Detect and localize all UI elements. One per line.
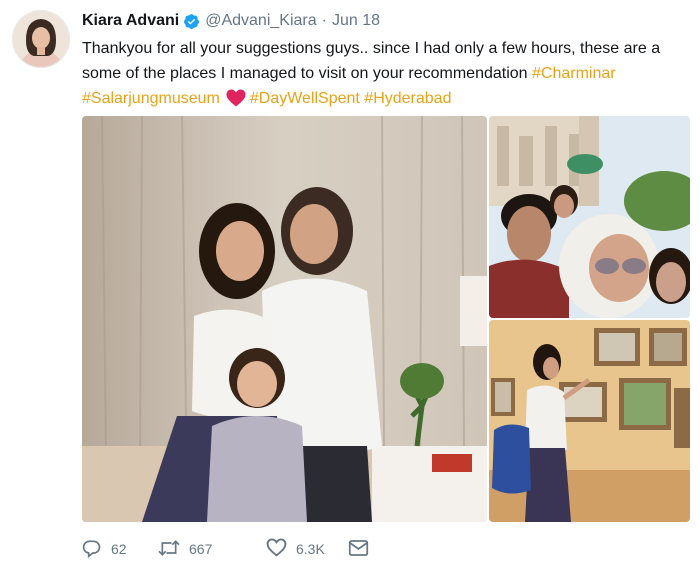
envelope-icon xyxy=(348,539,378,560)
photo-museum-gallery[interactable] xyxy=(489,320,690,522)
tweet-text-line-1: Thankyou for all your suggestions guys..… xyxy=(82,40,661,57)
tweet-date[interactable]: Jun 18 xyxy=(332,12,380,30)
red-heart-icon xyxy=(226,89,246,115)
author-handle[interactable]: @Advani_Kiara xyxy=(205,12,316,30)
like-button[interactable]: 6.3K xyxy=(266,538,348,560)
retweet-icon xyxy=(158,538,189,561)
hashtag-salarjungmuseum[interactable]: #Salarjungmuseum xyxy=(82,90,220,107)
retweet-button[interactable]: 667 xyxy=(158,538,266,561)
header-separator: · xyxy=(321,12,327,29)
photo-group-portrait[interactable] xyxy=(82,116,487,522)
tweet-header: Kiara Advani @Advani_Kiara · Jun 18 xyxy=(82,10,380,32)
tweet-text-line-2: some of the places I managed to visit on… xyxy=(82,61,688,86)
direct-message-button[interactable] xyxy=(348,539,378,560)
tweet-text-line-3: #Salarjungmuseum #DayWellSpent #Hyderabad xyxy=(82,86,688,115)
reply-count: 62 xyxy=(111,541,127,557)
tweet-actions: 62 667 6.3K xyxy=(82,536,378,562)
retweet-count: 667 xyxy=(189,541,213,557)
reply-button[interactable]: 62 xyxy=(82,538,158,561)
reply-icon xyxy=(82,538,111,561)
like-count: 6.3K xyxy=(296,541,325,557)
tweet-text: Thankyou for all your suggestions guys..… xyxy=(82,36,688,115)
tweet-card: Kiara Advani @Advani_Kiara · Jun 18 Than… xyxy=(0,0,700,570)
verified-badge-icon xyxy=(183,13,200,30)
author-avatar[interactable] xyxy=(12,10,70,68)
hashtag-hyderabad[interactable]: #Hyderabad xyxy=(364,90,451,107)
hashtag-daywellspent[interactable]: #DayWellSpent xyxy=(250,90,360,107)
hashtag-charminar[interactable]: #Charminar xyxy=(532,65,616,82)
heart-outline-icon xyxy=(266,538,296,560)
tweet-text-line-2-prefix: some of the places I managed to visit on… xyxy=(82,65,533,82)
author-name[interactable]: Kiara Advani xyxy=(82,12,179,30)
photo-selfie-charminar[interactable] xyxy=(489,116,690,318)
tweet-media-grid xyxy=(82,116,690,524)
